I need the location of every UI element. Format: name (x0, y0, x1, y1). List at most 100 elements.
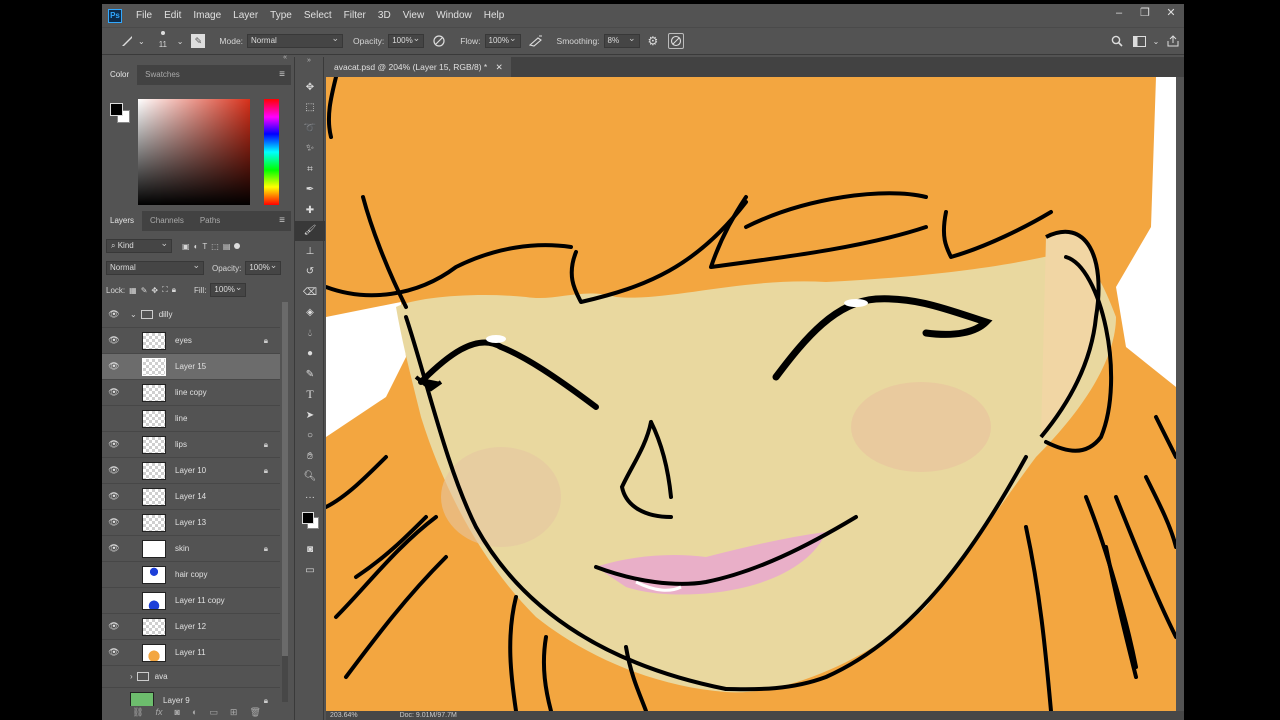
more-tools-icon[interactable]: ··· (295, 487, 325, 508)
layer-row-layer-13[interactable]: 👁︎ Layer 13 (102, 510, 280, 536)
foreground-color-swatch[interactable] (110, 103, 123, 116)
visibility-eye-icon[interactable]: 👁︎ (102, 387, 126, 398)
brush-size-picker[interactable]: 11 (151, 29, 177, 53)
menu-3d[interactable]: 3D (372, 4, 397, 27)
lasso-tool-icon[interactable]: ➰ (295, 118, 325, 139)
adjustment-layer-icon[interactable]: ◐ (192, 707, 197, 717)
marquee-tool-icon[interactable]: ⬚ (295, 98, 325, 119)
tab-channels[interactable]: Channels (142, 211, 192, 231)
screen-mode-icon[interactable]: ▭ (295, 560, 325, 581)
visibility-eye-icon[interactable]: 👁︎ (102, 439, 126, 450)
panel-menu-icon[interactable]: ≡ (279, 69, 285, 80)
visibility-eye-icon[interactable]: 👁︎ (102, 465, 126, 476)
brush-tool-preset-icon[interactable] (116, 34, 138, 48)
link-layers-icon[interactable]: ⛓ (132, 707, 143, 718)
layer-row-layer-10[interactable]: 👁︎ Layer 10 🔒︎ (102, 458, 280, 484)
visibility-eye-icon[interactable]: 👁︎ (102, 543, 126, 554)
add-mask-icon[interactable]: ◙ (175, 707, 180, 717)
filter-type-icon[interactable]: T (202, 242, 207, 251)
mode-select[interactable]: Normal (247, 32, 344, 48)
panel-menu-icon[interactable]: ≡ (279, 215, 285, 226)
lock-transparent-icon[interactable]: ▦ (129, 286, 137, 295)
pressure-opacity-icon[interactable] (432, 35, 446, 47)
quick-mask-icon[interactable]: ◙ (295, 540, 325, 561)
lock-image-icon[interactable]: ✎ (141, 286, 148, 295)
visibility-eye-icon[interactable]: 👁︎ (102, 309, 126, 320)
layer-row-layer-11[interactable]: 👁︎ Layer 11 (102, 640, 280, 666)
filter-toggle-icon[interactable] (234, 243, 241, 249)
healing-brush-tool-icon[interactable]: ✚ (295, 200, 325, 221)
dodge-tool-icon[interactable]: ● (295, 344, 325, 365)
airbrush-icon[interactable] (528, 35, 543, 47)
filter-smart-object-icon[interactable]: ▤ (223, 242, 231, 251)
gear-icon[interactable]: ⚙ (648, 34, 659, 48)
path-selection-tool-icon[interactable]: ➤ (295, 405, 325, 426)
tab-paths[interactable]: Paths (192, 211, 228, 231)
document-canvas[interactable] (326, 77, 1176, 711)
layer-filter-select[interactable]: ⌕ Kind (106, 237, 172, 253)
zoom-tool-icon[interactable]: 🔍︎ (295, 467, 325, 488)
history-brush-tool-icon[interactable]: ↺ (295, 262, 325, 283)
tab-swatches[interactable]: Swatches (137, 65, 188, 85)
layer-row-hair-copy[interactable]: hair copy (102, 562, 280, 588)
visibility-eye-icon[interactable]: 👁︎ (102, 647, 126, 658)
lock-position-icon[interactable]: ✥ (151, 286, 158, 295)
layer-opacity-input[interactable]: 100% (245, 259, 282, 275)
menu-help[interactable]: Help (478, 4, 511, 27)
visibility-eye-icon[interactable]: 👁︎ (102, 517, 126, 528)
fill-input[interactable]: 100% (210, 281, 247, 297)
layer-row-line-copy[interactable]: 👁︎ line copy (102, 380, 280, 406)
eyedropper-tool-icon[interactable]: ✒ (295, 180, 325, 201)
brush-settings-panel-icon[interactable]: ✎ (191, 34, 206, 48)
menu-window[interactable]: Window (430, 4, 478, 27)
color-picker-field[interactable] (138, 99, 250, 205)
menu-image[interactable]: Image (187, 4, 227, 27)
close-icon[interactable]: ✕ (1158, 4, 1184, 22)
stamp-tool-icon[interactable]: ⊥ (295, 241, 325, 262)
filter-pixel-icon[interactable]: ▣ (182, 242, 190, 251)
filter-adjustment-icon[interactable]: ◐ (194, 242, 199, 251)
visibility-eye-icon[interactable]: 👁︎ (102, 621, 126, 632)
paint-bucket-tool-icon[interactable]: ◈ (295, 303, 325, 324)
type-tool-icon[interactable]: T (295, 385, 325, 406)
collapse-panel-icon[interactable]: « (283, 54, 287, 61)
workspace-icon[interactable] (1128, 35, 1150, 47)
layer-row-line[interactable]: line (102, 406, 280, 432)
close-tab-icon[interactable]: ✕ (496, 62, 503, 72)
pen-tool-icon[interactable]: ✎ (295, 364, 325, 385)
menu-edit[interactable]: Edit (158, 4, 187, 27)
ellipse-tool-icon[interactable]: ○ (295, 426, 325, 447)
move-tool-icon[interactable]: ✥ (295, 77, 325, 98)
delete-layer-icon[interactable]: 🗑︎ (249, 707, 260, 718)
brush-tool-icon[interactable]: 🖌︎ (295, 220, 325, 241)
chevron-down-icon[interactable]: ⌄ (138, 37, 145, 46)
visibility-eye-icon[interactable]: 👁︎ (102, 361, 126, 372)
layer-row-lips[interactable]: 👁︎ lips 🔒︎ (102, 432, 280, 458)
layer-group-dilly[interactable]: 👁︎ ⌄ dilly (102, 302, 280, 328)
opacity-input[interactable]: 100% (388, 32, 425, 48)
visibility-eye-icon[interactable]: 👁︎ (102, 335, 126, 346)
search-icon[interactable] (1106, 35, 1128, 47)
layer-row-layer-14[interactable]: 👁︎ Layer 14 (102, 484, 280, 510)
magic-wand-tool-icon[interactable]: ✨︎ (295, 139, 325, 160)
hand-tool-icon[interactable]: ✋︎ (295, 446, 325, 467)
menu-view[interactable]: View (397, 4, 431, 27)
layer-group-ava[interactable]: › ava (102, 666, 280, 688)
scrollbar-thumb[interactable] (282, 302, 288, 656)
layer-row-layer-12[interactable]: 👁︎ Layer 12 (102, 614, 280, 640)
layers-scrollbar[interactable] (282, 302, 288, 702)
hue-slider[interactable] (264, 99, 279, 205)
eraser-tool-icon[interactable]: ⌫ (295, 282, 325, 303)
layer-row-layer-11-copy[interactable]: Layer 11 copy (102, 588, 280, 614)
layer-row-eyes[interactable]: 👁︎ eyes 🔒︎ (102, 328, 280, 354)
blend-mode-select[interactable]: Normal (106, 259, 204, 275)
menu-layer[interactable]: Layer (227, 4, 264, 27)
menu-select[interactable]: Select (298, 4, 338, 27)
collapse-tools-icon[interactable]: » (295, 57, 323, 77)
document-tab[interactable]: avacat.psd @ 204% (Layer 15, RGB/8) * ✕ (326, 57, 511, 77)
chevron-down-icon[interactable]: ⌄ (130, 310, 137, 319)
menu-file[interactable]: File (130, 4, 158, 27)
smoothing-input[interactable]: 8% (603, 32, 640, 48)
lock-artboard-icon[interactable]: ⛶ (162, 285, 168, 295)
tab-color[interactable]: Color (102, 65, 138, 85)
